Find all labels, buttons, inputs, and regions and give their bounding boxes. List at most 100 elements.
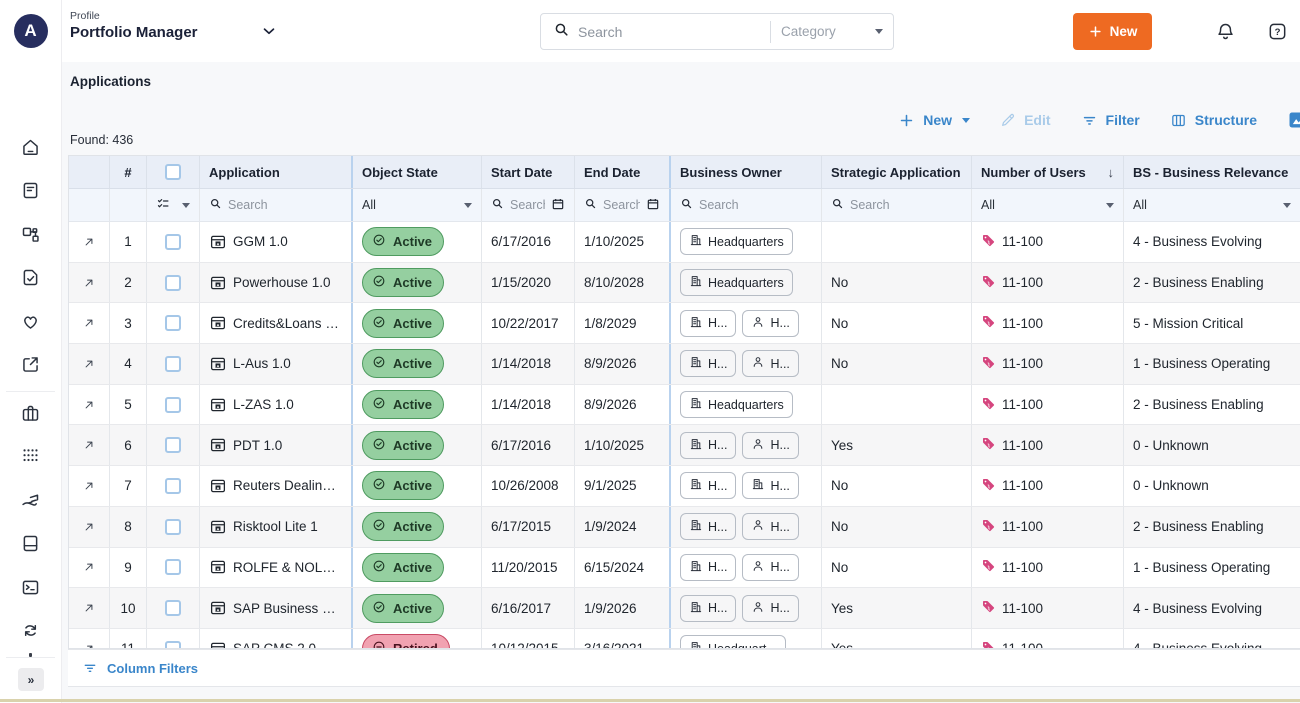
org-unit-chip[interactable]: Headquarters <box>680 228 793 255</box>
row-checkbox[interactable] <box>146 222 199 262</box>
org-unit-chip[interactable]: H... <box>680 310 736 337</box>
category-dropdown[interactable]: Category <box>771 24 893 39</box>
row-checkbox[interactable] <box>146 629 199 649</box>
row-checkbox[interactable] <box>146 263 199 303</box>
toolbar-edit-button[interactable]: Edit <box>1000 112 1050 128</box>
new-button[interactable]: New <box>1073 13 1152 50</box>
users-filter[interactable]: All <box>971 189 1123 221</box>
application-cell[interactable]: ARisktool Lite 1 <box>199 507 351 547</box>
select-all-checkbox[interactable] <box>146 156 199 188</box>
org-unit-chip[interactable]: H... <box>680 350 736 377</box>
application-cell[interactable]: ASAP CMS 2.0 <box>199 629 351 649</box>
strategic-filter[interactable] <box>821 189 971 221</box>
sidebar-item-home[interactable] <box>0 128 61 172</box>
open-fact-sheet-arrow[interactable] <box>69 588 109 628</box>
bell-icon[interactable] <box>1215 21 1236 47</box>
org-unit-chip[interactable]: Headquarters <box>680 269 793 296</box>
row-checkbox[interactable] <box>146 466 199 506</box>
sidebar-expand-button[interactable]: » <box>18 668 44 691</box>
end-date-filter[interactable] <box>574 189 669 221</box>
row-checkbox[interactable] <box>146 303 199 343</box>
app-logo[interactable]: A <box>14 14 48 48</box>
header-end-date[interactable]: End Date <box>574 156 669 188</box>
row-checkbox[interactable] <box>146 588 199 628</box>
calendar-icon[interactable] <box>646 197 660 214</box>
open-fact-sheet-arrow[interactable] <box>69 222 109 262</box>
strategic-filter-input[interactable] <box>850 198 962 212</box>
sidebar-item-terminal[interactable] <box>0 568 61 612</box>
application-cell[interactable]: AGGM 1.0 <box>199 222 351 262</box>
start-date-filter-input[interactable] <box>510 198 545 212</box>
application-cell[interactable]: ASAP Business Pa... <box>199 588 351 628</box>
profile-selector[interactable]: Profile Portfolio Manager <box>70 10 198 41</box>
header-strategic-application[interactable]: Strategic Application <box>821 156 971 188</box>
calendar-icon[interactable] <box>551 197 565 214</box>
user-chip[interactable]: H... <box>742 513 798 540</box>
org-unit-chip[interactable]: H... <box>680 472 736 499</box>
open-fact-sheet-arrow[interactable] <box>69 629 109 649</box>
application-cell[interactable]: AROLFE & NOLAN... <box>199 548 351 588</box>
org-unit-chip[interactable]: H... <box>680 513 736 540</box>
open-fact-sheet-arrow[interactable] <box>69 263 109 303</box>
open-fact-sheet-arrow[interactable] <box>69 303 109 343</box>
row-checkbox[interactable] <box>146 385 199 425</box>
toolbar-filter-button[interactable]: Filter <box>1081 112 1140 129</box>
chevron-down-icon[interactable] <box>260 22 278 45</box>
open-fact-sheet-arrow[interactable] <box>69 385 109 425</box>
org-unit-chip[interactable]: H... <box>742 472 798 499</box>
header-start-date[interactable]: Start Date <box>481 156 574 188</box>
row-checkbox[interactable] <box>146 344 199 384</box>
header-application[interactable]: Application <box>199 156 351 188</box>
sidebar-item-grid-dots[interactable] <box>0 438 61 482</box>
open-fact-sheet-arrow[interactable] <box>69 344 109 384</box>
user-chip[interactable]: H... <box>742 554 798 581</box>
header-object-state[interactable]: Object State <box>351 156 481 188</box>
application-cell[interactable]: AReuters Dealing ... <box>199 466 351 506</box>
business-owner-filter[interactable] <box>669 189 821 221</box>
org-unit-chip[interactable]: H... <box>680 554 736 581</box>
org-unit-chip[interactable]: Headquarters <box>680 391 793 418</box>
object-state-filter[interactable]: All <box>351 189 481 221</box>
application-cell[interactable]: APowerhouse 1.0 <box>199 263 351 303</box>
sidebar-item-sync[interactable] <box>0 612 61 656</box>
sidebar-item-briefcase[interactable] <box>0 394 61 438</box>
header-business-owner[interactable]: Business Owner <box>669 156 821 188</box>
application-cell[interactable]: APDT 1.0 <box>199 425 351 465</box>
application-filter-input[interactable] <box>228 198 342 212</box>
application-cell[interactable]: ACredits&Loans B... <box>199 303 351 343</box>
start-date-filter[interactable] <box>481 189 574 221</box>
application-cell[interactable]: AL-Aus 1.0 <box>199 344 351 384</box>
sort-descending-icon[interactable]: ↓ <box>1108 165 1115 180</box>
application-cell[interactable]: AL-ZAS 1.0 <box>199 385 351 425</box>
org-unit-chip[interactable]: H... <box>680 595 736 622</box>
toolbar-structure-button[interactable]: Structure <box>1170 112 1257 129</box>
business-owner-filter-input[interactable] <box>699 198 812 212</box>
header-business-relevance[interactable]: BS - Business Relevance <box>1123 156 1300 188</box>
user-chip[interactable]: H... <box>742 310 798 337</box>
sidebar-item-diagram[interactable] <box>0 215 61 259</box>
sidebar-item-heart[interactable] <box>0 302 61 346</box>
org-unit-chip[interactable]: H... <box>680 432 736 459</box>
row-checkbox[interactable] <box>146 507 199 547</box>
sidebar-item-share[interactable] <box>0 346 61 390</box>
row-checkbox[interactable] <box>146 425 199 465</box>
sidebar-item-note[interactable] <box>0 172 61 216</box>
org-unit-chip[interactable]: Headquart... <box>680 635 786 649</box>
column-filters-bar[interactable]: Column Filters <box>68 649 1300 687</box>
export-image-button[interactable] <box>1287 110 1300 130</box>
open-fact-sheet-arrow[interactable] <box>69 466 109 506</box>
help-icon[interactable]: ? <box>1267 21 1288 47</box>
user-chip[interactable]: H... <box>742 595 798 622</box>
end-date-filter-input[interactable] <box>603 198 640 212</box>
header-number-of-users[interactable]: Number of Users ↓ <box>971 156 1123 188</box>
open-fact-sheet-arrow[interactable] <box>69 548 109 588</box>
user-chip[interactable]: H... <box>742 350 798 377</box>
user-chip[interactable]: H... <box>742 432 798 459</box>
row-checkbox[interactable] <box>146 548 199 588</box>
sidebar-item-book[interactable] <box>0 525 61 569</box>
open-fact-sheet-arrow[interactable] <box>69 425 109 465</box>
sidebar-item-survey[interactable] <box>0 259 61 303</box>
sidebar-item-hand[interactable] <box>0 481 61 525</box>
application-filter[interactable] <box>199 189 351 221</box>
selection-filter[interactable] <box>146 189 199 221</box>
